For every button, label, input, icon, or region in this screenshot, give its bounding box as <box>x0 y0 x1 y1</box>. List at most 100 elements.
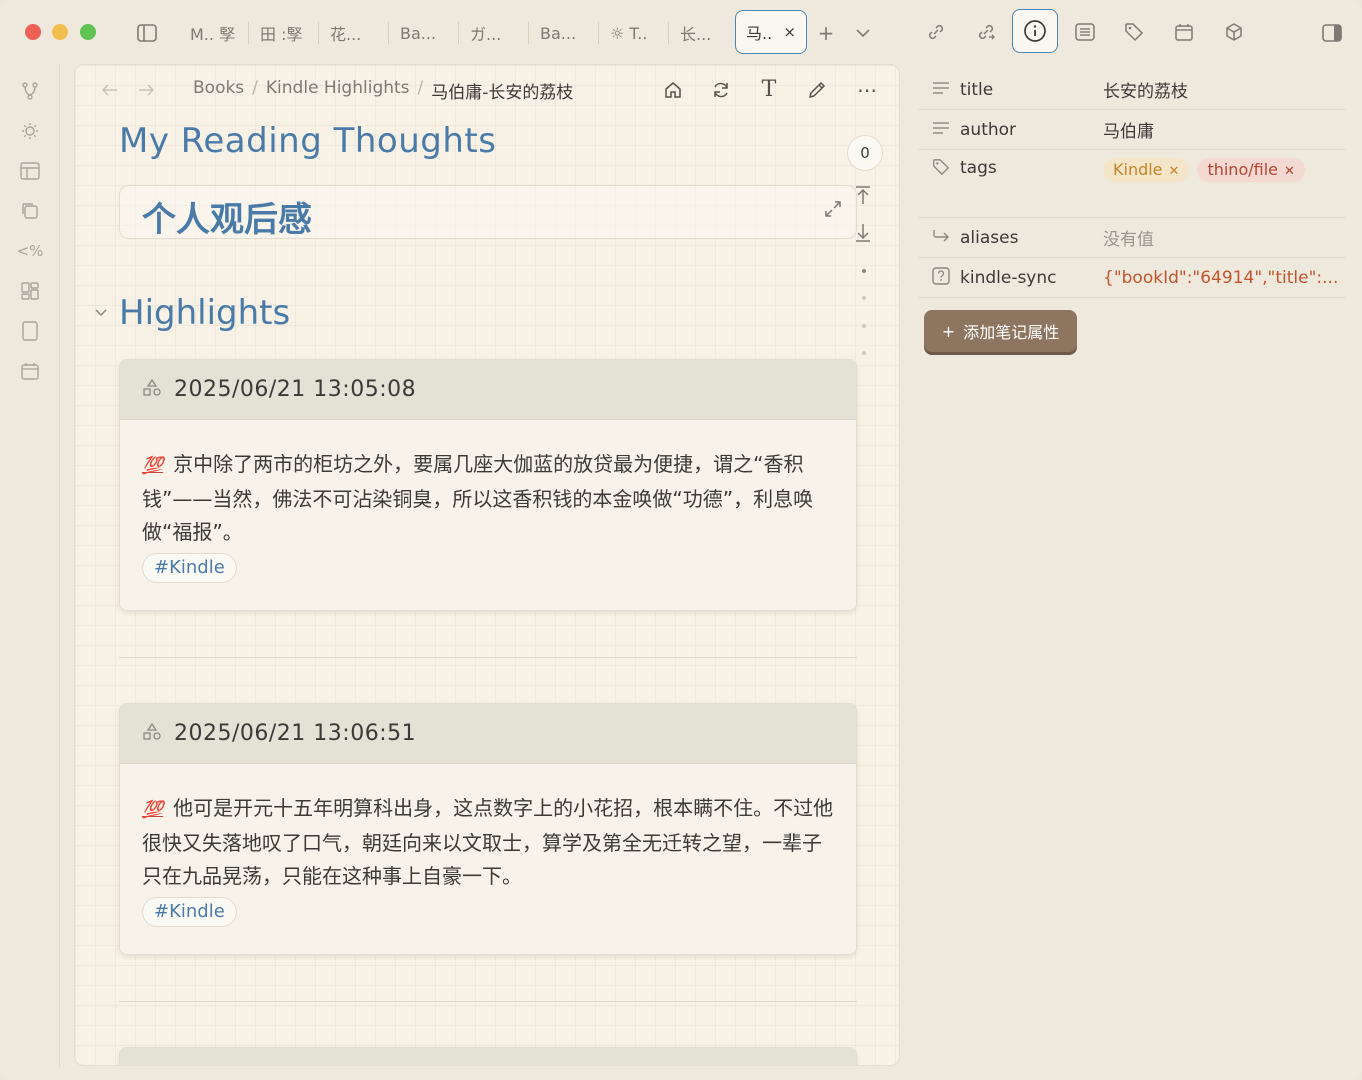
breadcrumb: Books / Kindle Highlights / 马伯庸-长安的荔枝 <box>193 78 574 103</box>
daily-calendar-icon[interactable] <box>15 356 45 386</box>
count-badge[interactable]: 0 <box>847 135 883 171</box>
lightbulb-icon[interactable] <box>15 116 45 146</box>
edit-pencil-icon[interactable] <box>805 78 829 102</box>
more-options-icon[interactable]: ⋯ <box>853 78 881 102</box>
app-window: M.. 孯 田 :孯 花... Ba... ガ... Ba... ☼ T.. 长… <box>0 0 1362 1080</box>
outgoing-links-icon[interactable] <box>972 18 1000 46</box>
shapes-icon <box>142 722 162 745</box>
hundred-points-icon: 💯 <box>142 456 164 476</box>
new-tab-button[interactable]: + <box>816 21 836 45</box>
properties-panel: title 长安的荔枝 author 马伯庸 tags Kindle ✕ thino… <box>918 70 1346 298</box>
tab-7[interactable]: ☼ T.. <box>606 16 662 50</box>
breadcrumb-books[interactable]: Books <box>193 78 244 103</box>
close-window-button[interactable] <box>25 24 41 40</box>
page-title: My Reading Thoughts <box>119 121 497 161</box>
property-key: author <box>960 119 1017 140</box>
property-tags[interactable]: tags Kindle ✕ thino/file ✕ <box>918 150 1346 218</box>
minimize-window-button[interactable] <box>52 24 68 40</box>
property-key: title <box>960 79 994 100</box>
highlight-card <box>119 1047 857 1065</box>
templater-icon[interactable]: <% <box>15 236 45 266</box>
left-ribbon: <% <box>0 64 60 1068</box>
copy-icon[interactable] <box>15 196 45 226</box>
back-arrow-icon[interactable] <box>99 79 121 101</box>
plus-icon: + <box>941 321 956 341</box>
divider <box>119 1001 857 1002</box>
file-properties-info-icon[interactable] <box>1012 9 1058 53</box>
tag-icon <box>918 158 960 180</box>
property-key: tags <box>960 158 997 178</box>
remove-tag-icon[interactable]: ✕ <box>1169 164 1180 179</box>
text-lines-icon <box>918 81 960 99</box>
tag-icon[interactable] <box>1120 18 1148 46</box>
page-icon[interactable] <box>15 316 45 346</box>
backlinks-icon[interactable] <box>922 18 950 46</box>
tab-5[interactable]: ガ... <box>466 16 522 50</box>
expand-icon[interactable] <box>824 200 842 223</box>
callout-text: 个人观后感 <box>142 200 312 240</box>
breadcrumb-current-note[interactable]: 马伯庸-长安的荔枝 <box>431 78 573 103</box>
divider <box>119 657 857 658</box>
property-key: aliases <box>960 227 1019 248</box>
outline-dot[interactable] <box>862 296 866 300</box>
outline-dot[interactable] <box>862 324 866 328</box>
question-box-icon <box>918 266 960 289</box>
tab-2[interactable]: 田 :孯 <box>256 16 312 50</box>
tab-list-chevron-down-icon[interactable] <box>852 22 874 44</box>
graph-view-icon[interactable] <box>15 76 45 106</box>
tab-6[interactable]: Ba... <box>536 16 592 50</box>
forward-arrow-icon[interactable] <box>135 79 157 101</box>
property-value[interactable]: 马伯庸 <box>1103 117 1346 142</box>
callout-block[interactable]: 个人观后感 <box>119 185 857 240</box>
tag-chip-kindle[interactable]: Kindle ✕ <box>1103 158 1190 182</box>
tab-3[interactable]: 花... <box>326 16 382 50</box>
home-icon[interactable] <box>661 78 685 102</box>
highlight-text: 京中除了两市的柜坊之外，要属几座大伽蓝的放贷最为便捷，谓之“香积钱”——当然，佛… <box>142 452 814 544</box>
layout-icon[interactable] <box>15 156 45 186</box>
property-aliases[interactable]: aliases 没有值 <box>918 218 1346 258</box>
outline-dot[interactable] <box>862 269 866 273</box>
kindle-tag[interactable]: #Kindle <box>142 553 237 583</box>
dashboard-icon[interactable] <box>15 276 45 306</box>
tab-active[interactable]: 马.. × <box>735 10 807 54</box>
property-value[interactable]: {"bookId":"64914","title":... <box>1103 268 1346 288</box>
remove-tag-icon[interactable]: ✕ <box>1284 164 1295 179</box>
property-key: kindle-sync <box>960 267 1057 288</box>
text-format-icon[interactable]: T <box>757 77 781 102</box>
highlight-timestamp: 2025/06/21 13:05:08 <box>174 377 417 402</box>
kindle-tag[interactable]: #Kindle <box>142 897 237 927</box>
shapes-icon <box>142 378 162 401</box>
collapse-chevron-icon[interactable] <box>95 305 107 321</box>
close-tab-icon[interactable]: × <box>783 23 796 41</box>
property-value[interactable]: 长安的荔枝 <box>1103 77 1346 102</box>
maximize-window-button[interactable] <box>80 24 96 40</box>
toggle-right-sidebar-icon[interactable] <box>1318 20 1346 46</box>
tab-1[interactable]: M.. 孯 <box>186 16 242 50</box>
view-header: Books / Kindle Highlights / 马伯庸-长安的荔枝 T … <box>75 65 899 115</box>
property-value[interactable]: 没有值 <box>1103 225 1346 250</box>
outline-list-icon[interactable] <box>1071 18 1099 46</box>
sync-refresh-icon[interactable] <box>709 78 733 102</box>
tab-4[interactable]: Ba... <box>396 16 452 50</box>
highlight-timestamp: 2025/06/21 13:06:51 <box>174 721 417 746</box>
add-property-button[interactable]: + 添加笔记属性 <box>924 310 1077 352</box>
highlight-card: 2025/06/21 13:05:08 💯 京中除了两市的柜坊之外，要属几座大伽蓝… <box>119 359 857 611</box>
scroll-to-bottom-icon[interactable] <box>855 223 871 248</box>
highlight-card: 2025/06/21 13:06:51 💯 他可是开元十五年明算科出身，这点数字上… <box>119 703 857 955</box>
toggle-left-sidebar-icon[interactable] <box>134 20 160 46</box>
property-author[interactable]: author 马伯庸 <box>918 110 1346 150</box>
title-bar: M.. 孯 田 :孯 花... Ba... ガ... Ba... ☼ T.. 长… <box>0 0 1362 64</box>
tab-8[interactable]: 长... <box>676 16 726 50</box>
scroll-to-top-icon[interactable] <box>855 185 871 210</box>
tag-chip-thino-file[interactable]: thino/file ✕ <box>1197 158 1305 182</box>
forward-arrow-icon <box>918 229 960 247</box>
highlight-header: 2025/06/21 13:06:51 <box>120 704 856 764</box>
outline-dot[interactable] <box>862 351 866 355</box>
cube-icon[interactable] <box>1220 18 1248 46</box>
hundred-points-icon: 💯 <box>142 800 164 820</box>
property-kindle-sync[interactable]: kindle-sync {"bookId":"64914","title":..… <box>918 258 1346 298</box>
property-title[interactable]: title 长安的荔枝 <box>918 70 1346 110</box>
breadcrumb-kindle-highlights[interactable]: Kindle Highlights <box>266 78 410 103</box>
calendar-icon[interactable] <box>1170 18 1198 46</box>
highlight-header: 2025/06/21 13:05:08 <box>120 360 856 420</box>
